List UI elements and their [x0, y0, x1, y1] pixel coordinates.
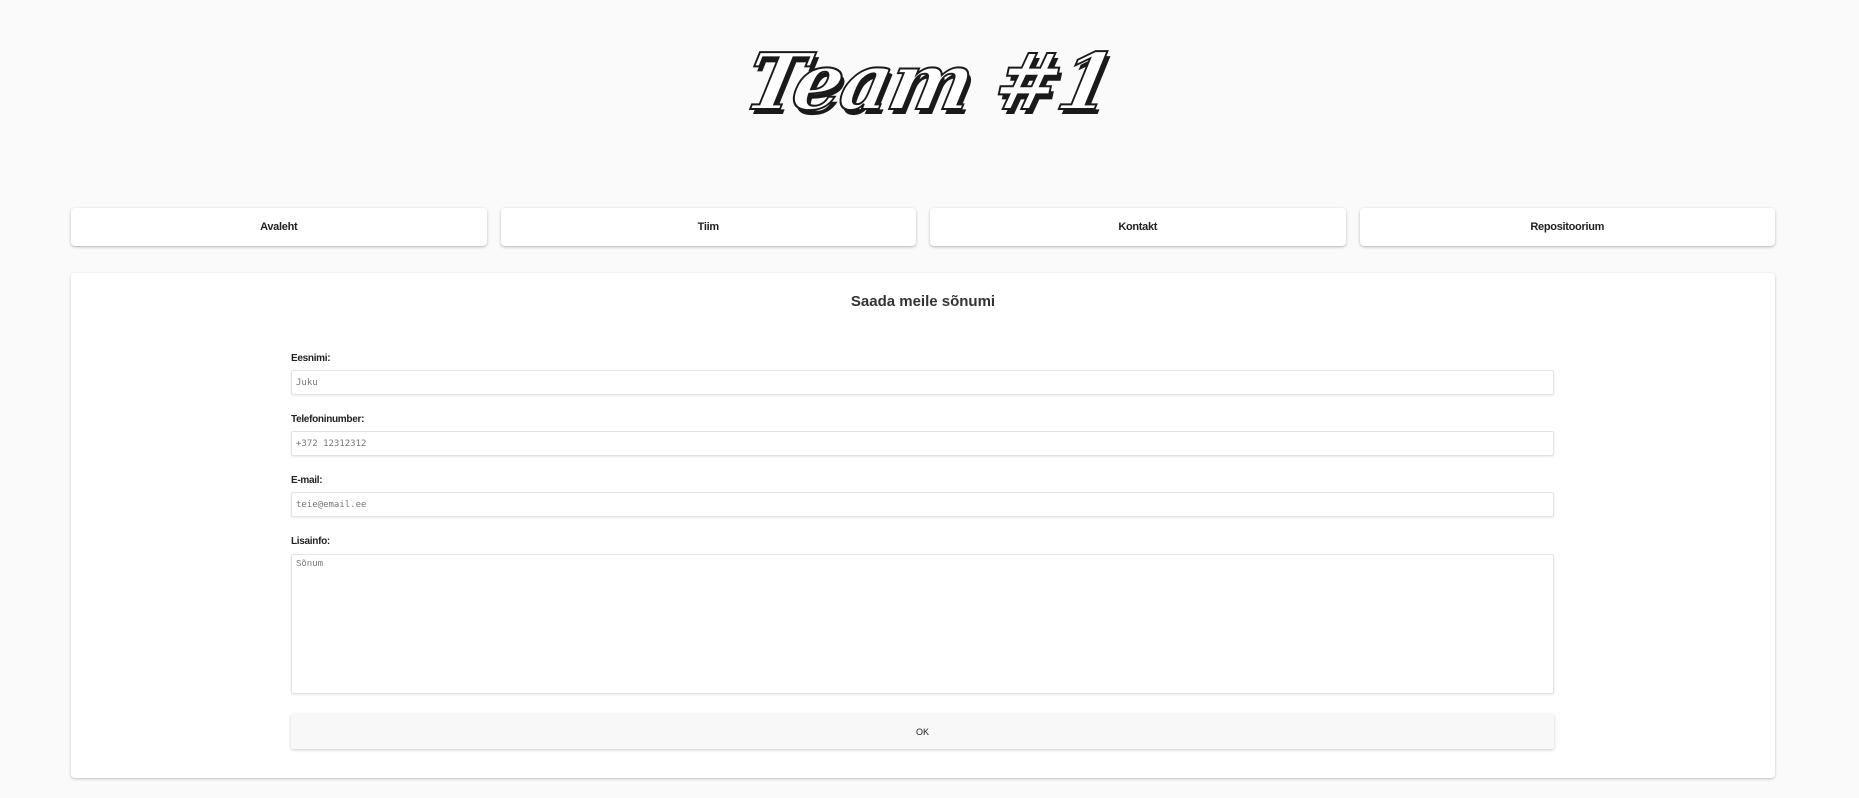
submit-button[interactable]: OK: [291, 714, 1554, 749]
site-logo-container: Team #1: [0, 28, 1859, 138]
message-textarea[interactable]: [291, 554, 1554, 694]
email-input[interactable]: [291, 492, 1554, 517]
first-name-label: Eesnimi:: [291, 353, 331, 364]
site-logo: Team #1: [737, 36, 1123, 129]
main-nav: Avaleht Tiim Kontakt Repositoorium: [71, 208, 1775, 246]
nav-item-avaleht[interactable]: Avaleht: [71, 208, 487, 246]
phone-label: Telefoninumber:: [291, 414, 365, 425]
nav-item-tiim[interactable]: Tiim: [500, 208, 916, 246]
extra-info-label: Lisainfo:: [291, 536, 330, 547]
form-title: Saada meile sõnumi: [850, 293, 996, 310]
first-name-input[interactable]: [291, 370, 1554, 395]
contact-form-card: Saada meile sõnumi Eesnimi: Telefoninumb…: [71, 273, 1775, 778]
nav-item-repositoorium[interactable]: Repositoorium: [1359, 208, 1775, 246]
email-label: E-mail:: [291, 475, 323, 486]
nav-item-kontakt[interactable]: Kontakt: [930, 208, 1346, 246]
phone-input[interactable]: [291, 431, 1554, 456]
